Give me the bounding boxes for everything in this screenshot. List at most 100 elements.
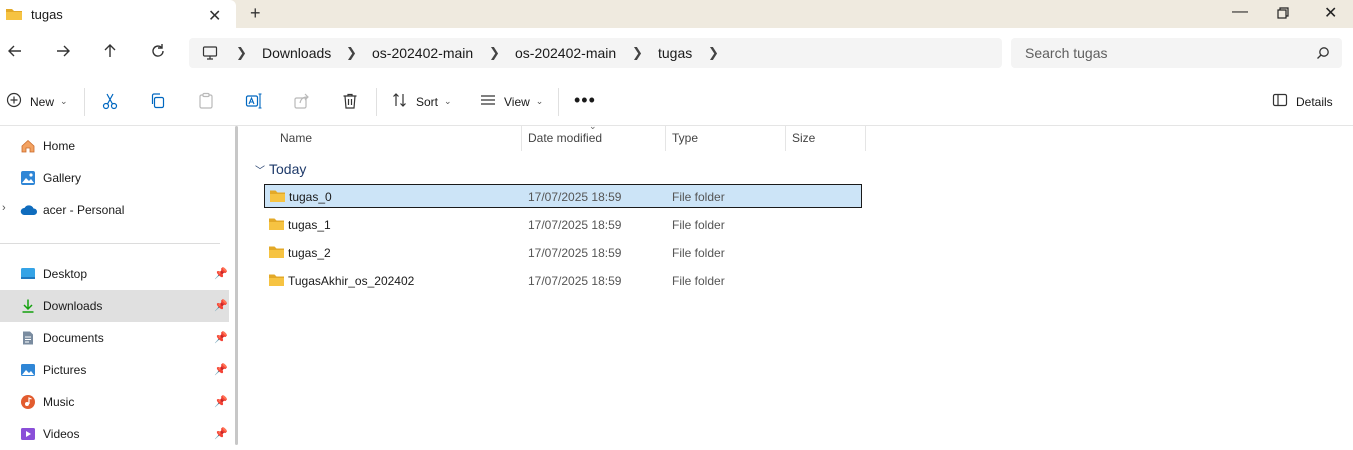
sidebar-item-gallery[interactable]: Gallery: [0, 162, 229, 194]
sidebar-item-music[interactable]: Music 📌: [0, 386, 229, 418]
paste-icon[interactable]: [197, 92, 217, 112]
folder-icon: [268, 217, 285, 234]
pin-icon[interactable]: 📌: [214, 395, 228, 408]
table-row[interactable]: tugas_0 17/07/2025 18:59 File folder: [264, 184, 862, 208]
file-type: File folder: [672, 218, 725, 232]
file-list: Name Date modified ⌄ Type Size ﹀ Today tu…: [245, 121, 1353, 445]
videos-icon: [20, 426, 36, 442]
back-arrow-icon[interactable]: [6, 42, 26, 62]
documents-icon: [20, 330, 36, 346]
table-row[interactable]: TugasAkhir_os_202402 17/07/2025 18:59 Fi…: [264, 269, 862, 293]
view-button[interactable]: View ⌄: [480, 92, 543, 111]
chevron-right-icon[interactable]: ❯: [346, 45, 357, 61]
column-header-size[interactable]: Size: [786, 126, 865, 151]
sidebar-item-videos[interactable]: Videos 📌: [0, 418, 229, 450]
sidebar-item-label: Documents: [43, 331, 104, 345]
home-icon: [20, 138, 36, 154]
file-date: 17/07/2025 18:59: [528, 190, 622, 204]
search-icon[interactable]: [1316, 46, 1330, 63]
pin-icon[interactable]: 📌: [214, 331, 228, 344]
sort-label: Sort: [416, 94, 439, 109]
chevron-right-icon[interactable]: ❯: [708, 45, 719, 61]
sidebar-scrollbar[interactable]: [235, 126, 238, 445]
cloud-icon: [20, 202, 38, 218]
pin-icon[interactable]: 📌: [214, 427, 228, 440]
file-name: tugas_2: [288, 246, 331, 260]
column-header-type[interactable]: Type: [666, 126, 785, 151]
file-name: TugasAkhir_os_202402: [288, 274, 415, 288]
more-icon[interactable]: •••: [574, 90, 595, 110]
view-label: View: [504, 94, 530, 109]
share-icon[interactable]: [293, 92, 313, 112]
sidebar-item-label: Videos: [43, 427, 80, 441]
breadcrumb-os-202402-main-1[interactable]: os-202402-main: [372, 45, 473, 61]
search-input[interactable]: Search tugas: [1011, 38, 1342, 68]
forward-arrow-icon[interactable]: [54, 42, 74, 62]
chevron-down-icon: ⌄: [60, 96, 68, 106]
breadcrumb-os-202402-main-2[interactable]: os-202402-main: [515, 45, 616, 61]
sort-icon: [392, 92, 408, 111]
details-button[interactable]: Details: [1272, 92, 1333, 111]
column-header-name[interactable]: Name: [245, 126, 521, 151]
sidebar-item-desktop[interactable]: Desktop 📌: [0, 258, 229, 290]
navigation-pane: Home Gallery › acer - Personal Desktop 📌…: [0, 126, 232, 445]
group-label: Today: [269, 161, 307, 177]
sort-button[interactable]: Sort ⌄: [392, 92, 452, 111]
cut-icon[interactable]: [101, 92, 121, 112]
file-type: File folder: [672, 246, 725, 260]
details-pane-icon: [1272, 92, 1288, 111]
new-button[interactable]: New ⌄: [6, 92, 68, 111]
refresh-icon[interactable]: [149, 42, 169, 62]
pin-icon[interactable]: 📌: [214, 267, 228, 280]
address-bar[interactable]: ❯ Downloads ❯ os-202402-main ❯ os-202402…: [189, 38, 1002, 68]
file-name: tugas_0: [289, 190, 332, 204]
breadcrumb-tugas[interactable]: tugas: [658, 45, 692, 61]
column-header-date-modified[interactable]: Date modified ⌄: [522, 121, 665, 151]
sidebar-item-label: Home: [43, 139, 76, 153]
file-date: 17/07/2025 18:59: [528, 274, 622, 288]
file-date: 17/07/2025 18:59: [528, 246, 622, 260]
desktop-icon: [20, 266, 36, 282]
folder-icon: [269, 189, 286, 206]
table-row[interactable]: tugas_1 17/07/2025 18:59 File folder: [264, 213, 862, 237]
sidebar-item-label: Music: [43, 395, 75, 409]
sidebar-item-onedrive[interactable]: › acer - Personal: [0, 194, 229, 226]
view-icon: [480, 92, 496, 111]
chevron-right-icon[interactable]: ❯: [632, 45, 643, 61]
sidebar-item-label: Desktop: [43, 267, 88, 281]
pictures-icon: [20, 362, 36, 378]
column-divider[interactable]: [865, 126, 866, 151]
plus-icon[interactable]: +: [250, 3, 261, 24]
sidebar-item-downloads[interactable]: Downloads 📌: [0, 290, 229, 322]
folder-icon: [268, 273, 285, 290]
file-date: 17/07/2025 18:59: [528, 218, 622, 232]
tab-tugas[interactable]: tugas ✕: [0, 0, 236, 28]
up-arrow-icon[interactable]: [101, 42, 121, 62]
minimize-icon[interactable]: —: [1232, 3, 1248, 21]
pin-icon[interactable]: 📌: [214, 299, 228, 312]
folder-icon: [268, 245, 285, 262]
rename-icon[interactable]: [245, 92, 265, 112]
computer-icon[interactable]: [202, 45, 218, 64]
command-bar: New ⌄ Sort ⌄ View ⌄ ••• Details: [0, 78, 1353, 126]
sidebar-item-pictures[interactable]: Pictures 📌: [0, 354, 229, 386]
chevron-right-icon[interactable]: ❯: [489, 45, 500, 61]
copy-icon[interactable]: [149, 92, 169, 112]
table-row[interactable]: tugas_2 17/07/2025 18:59 File folder: [264, 241, 862, 265]
chevron-down-icon: ⌄: [444, 96, 452, 106]
group-header-today[interactable]: ﹀ Today: [255, 161, 306, 177]
delete-icon[interactable]: [341, 92, 361, 112]
sidebar-item-home[interactable]: Home: [0, 130, 229, 162]
details-label: Details: [1296, 94, 1333, 109]
maximize-icon[interactable]: [1277, 3, 1289, 24]
divider: [376, 88, 377, 116]
breadcrumb-downloads[interactable]: Downloads: [262, 45, 331, 61]
close-icon[interactable]: ✕: [208, 6, 221, 26]
pin-icon[interactable]: 📌: [214, 363, 228, 376]
chevron-right-icon[interactable]: ❯: [236, 45, 247, 61]
sidebar-item-documents[interactable]: Documents 📌: [0, 322, 229, 354]
sidebar-item-label: Pictures: [43, 363, 87, 377]
window-close-icon[interactable]: ✕: [1324, 3, 1337, 23]
sidebar-item-label: acer - Personal: [43, 203, 125, 217]
chevron-right-icon[interactable]: ›: [2, 202, 6, 214]
